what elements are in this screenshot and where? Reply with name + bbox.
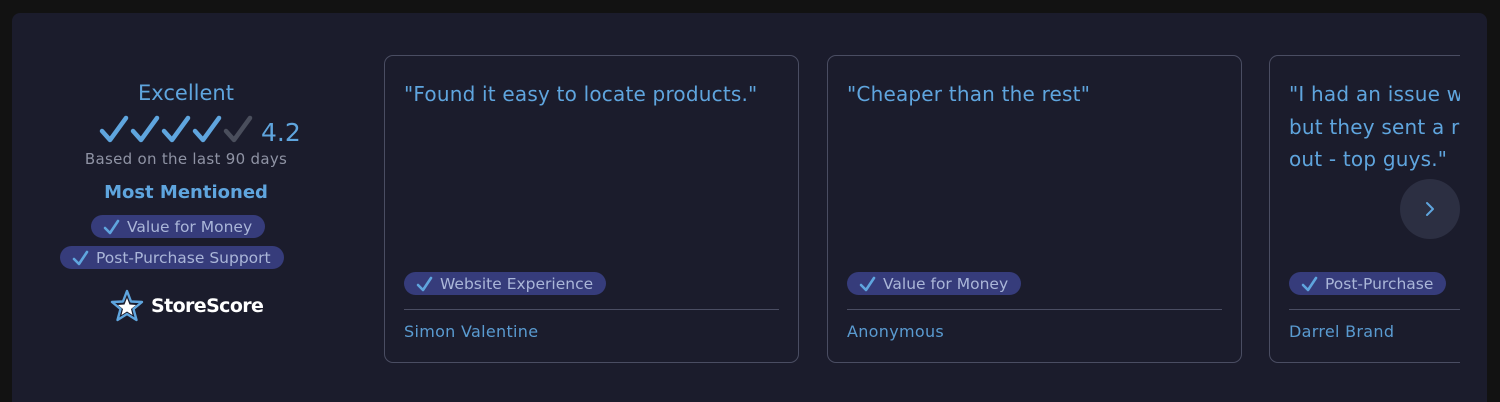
check-icon	[103, 219, 120, 235]
tag-label: Website Experience	[440, 274, 594, 293]
tag-label: Value for Money	[127, 217, 253, 236]
tag-label: Value for Money	[883, 274, 1009, 293]
most-mentioned-tag: Post-Purchase Support	[60, 246, 284, 269]
most-mentioned-tag: Value for Money	[91, 215, 266, 238]
star-logo-icon	[109, 288, 145, 324]
brand-name: StoreScore	[151, 295, 264, 317]
brand-logo-link[interactable]: StoreScore	[109, 288, 264, 324]
star-check-icon-5-empty	[222, 115, 253, 145]
rating-period: Based on the last 90 days	[84, 150, 288, 168]
rating-word: Excellent	[138, 81, 234, 105]
divider	[847, 309, 1222, 310]
review-quote: "I had an issue w but they sent a r out …	[1289, 82, 1460, 171]
star-rating: 4.2	[98, 113, 301, 147]
chevron-right-icon	[1426, 202, 1434, 216]
star-check-icon-1	[98, 115, 129, 145]
tag-label: Post-Purchase	[1325, 274, 1434, 293]
review-quote: "Cheaper than the rest"	[847, 82, 1091, 106]
rating-score: 4.2	[261, 117, 301, 147]
star-check-icon-4	[191, 115, 222, 145]
star-check-icon-3	[160, 115, 191, 145]
rating-summary: Excellent 4.2 Based on the last 90 days …	[12, 13, 384, 402]
review-author: Anonymous	[847, 322, 945, 341]
star-check-icon-2	[129, 115, 160, 145]
tag-label: Post-Purchase Support	[96, 248, 271, 267]
review-card: "Cheaper than the rest" Value for Money …	[827, 55, 1242, 363]
check-icon	[859, 276, 876, 292]
review-carousel: "Found it easy to locate products." Webs…	[384, 55, 1460, 365]
divider	[404, 309, 779, 310]
check-icon	[416, 276, 433, 292]
review-card: "Found it easy to locate products." Webs…	[384, 55, 799, 363]
review-quote: "Found it easy to locate products."	[404, 82, 758, 106]
review-author: Darrel Brand	[1289, 322, 1395, 341]
review-tag: Post-Purchase	[1289, 272, 1447, 295]
review-author: Simon Valentine	[404, 322, 539, 341]
review-tag: Value for Money	[847, 272, 1022, 295]
review-widget: Excellent 4.2 Based on the last 90 days …	[12, 13, 1487, 402]
divider	[1289, 309, 1460, 310]
check-icon	[1301, 276, 1318, 292]
next-button[interactable]	[1400, 179, 1460, 239]
most-mentioned-title: Most Mentioned	[104, 182, 268, 203]
review-tag: Website Experience	[404, 272, 607, 295]
check-icon	[72, 250, 89, 266]
